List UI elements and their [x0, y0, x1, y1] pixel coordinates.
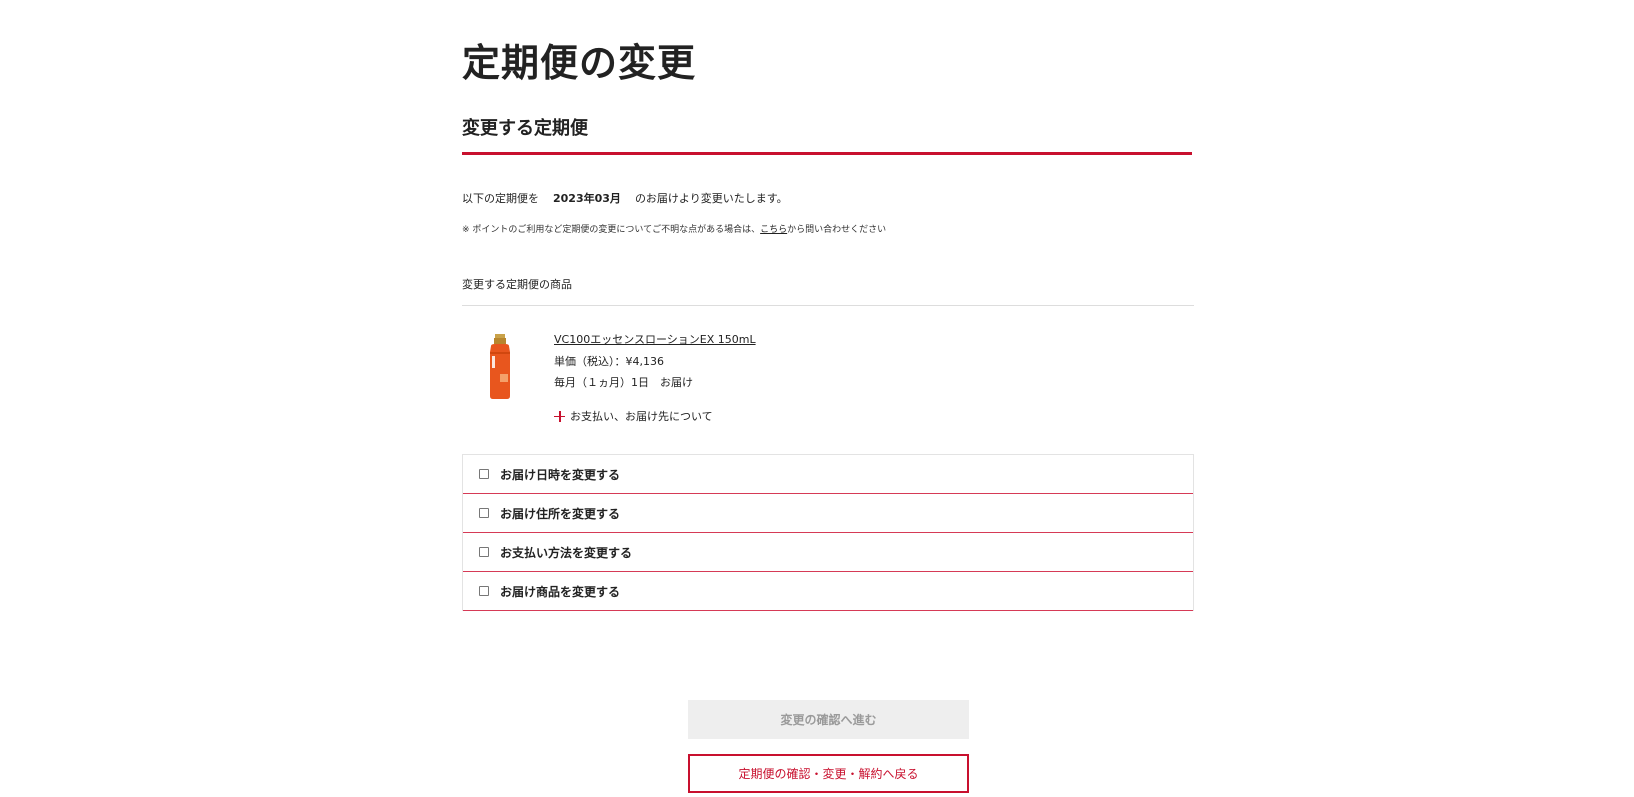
product-schedule: 毎月（１ヵ月）1日 お届け — [554, 376, 693, 389]
checkbox-icon[interactable] — [479, 586, 489, 596]
notice-suffix: のお届けより変更いたします。 — [634, 192, 788, 205]
inquiry-link[interactable]: こちら — [760, 225, 787, 235]
payment-delivery-toggle[interactable]: お支払い、お届け先について — [554, 408, 713, 424]
option-change-delivery-address[interactable]: お届け住所を変更する — [463, 494, 1193, 533]
option-label: お届け商品を変更する — [500, 584, 621, 599]
inquiry-note: ※ ポイントのご利用など定期便の変更についてご不明な点がある場合は、こちらから問… — [462, 222, 886, 235]
option-change-payment-method[interactable]: お支払い方法を変更する — [463, 533, 1193, 572]
page-title: 定期便の変更 — [462, 41, 697, 85]
checkbox-icon[interactable] — [479, 547, 489, 557]
checkbox-icon[interactable] — [479, 469, 489, 479]
section-title: 変更する定期便 — [462, 118, 588, 139]
payment-delivery-toggle-label: お支払い、お届け先について — [570, 410, 713, 423]
notice-prefix: 以下の定期便を — [462, 192, 539, 205]
product-info: VC100エッセンスローションEX 150mL 単価（税込）：¥4,136 毎月… — [554, 332, 954, 394]
section-divider — [462, 152, 1192, 155]
plus-icon — [554, 410, 565, 422]
change-date: 2023年03月 — [553, 192, 621, 205]
option-label: お届け日時を変更する — [500, 467, 621, 482]
note-suffix: から問い合わせください — [787, 225, 887, 235]
back-to-subscriptions-button[interactable]: 定期便の確認・変更・解約へ戻る — [688, 754, 969, 793]
product-price: 単価（税込）：¥4,136 — [554, 355, 664, 368]
option-label: お支払い方法を変更する — [500, 545, 633, 560]
product-image — [487, 334, 513, 400]
products-label: 変更する定期便の商品 — [462, 278, 572, 291]
note-prefix: ※ ポイントのご利用など定期便の変更についてご不明な点がある場合は、 — [462, 225, 761, 235]
proceed-to-confirm-button[interactable]: 変更の確認へ進む — [688, 700, 969, 739]
change-notice: 以下の定期便を 2023年03月 のお届けより変更いたします。 — [462, 190, 788, 206]
product-name-link[interactable]: VC100エッセンスローションEX 150mL — [554, 332, 954, 352]
checkbox-icon[interactable] — [479, 508, 489, 518]
change-options-list: お届け日時を変更する お届け住所を変更する お支払い方法を変更する お届け商品を… — [462, 454, 1194, 611]
products-divider — [462, 305, 1194, 306]
option-change-delivery-datetime[interactable]: お届け日時を変更する — [463, 455, 1193, 494]
option-change-delivery-product[interactable]: お届け商品を変更する — [463, 572, 1193, 611]
option-label: お届け住所を変更する — [500, 506, 621, 521]
